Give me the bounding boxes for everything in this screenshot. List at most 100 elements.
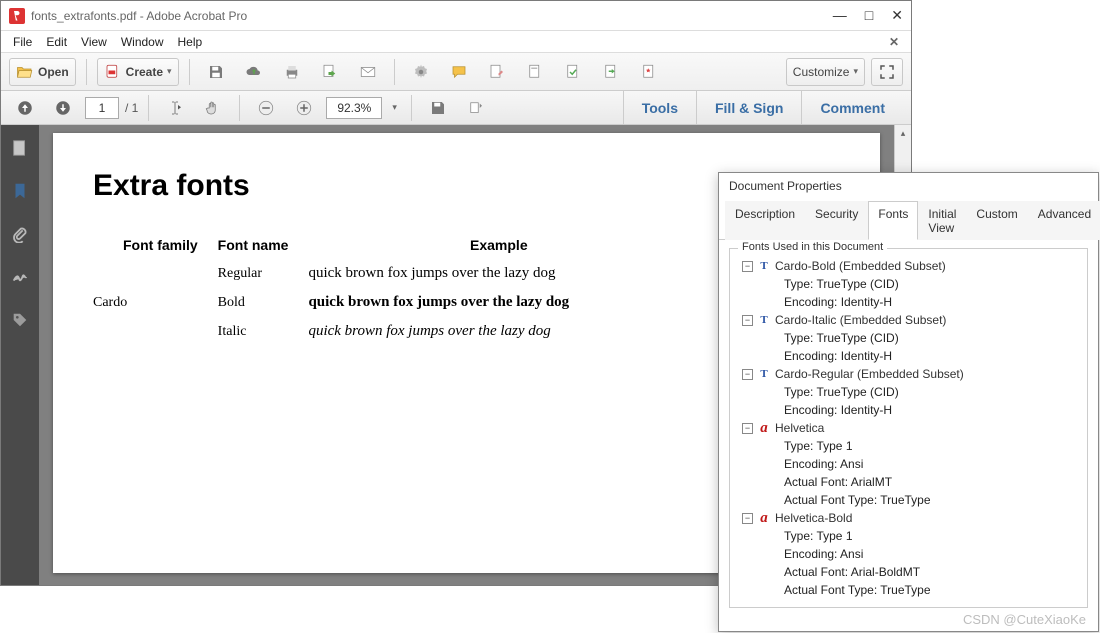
main-toolbar: Open Create ▾ Customize ▾ (1, 53, 911, 91)
minimize-button[interactable]: — (833, 7, 847, 24)
tab-security[interactable]: Security (805, 201, 868, 240)
signatures-panel-icon[interactable] (11, 268, 29, 289)
folder-open-icon (16, 63, 34, 81)
truetype-font-icon: T (757, 313, 771, 327)
tab-fill-sign[interactable]: Fill & Sign (696, 91, 801, 125)
text-cursor-icon (166, 99, 184, 117)
nav-sidebar (1, 125, 39, 585)
collapse-icon[interactable]: − (742, 513, 753, 524)
table-row: Italic quick brown fox jumps over the la… (93, 317, 589, 346)
font-node[interactable]: −TCardo-Bold (Embedded Subset) (734, 257, 1083, 275)
page-tool1-button[interactable] (519, 58, 551, 86)
share-button[interactable] (314, 58, 346, 86)
create-button[interactable]: Create ▾ (97, 58, 179, 86)
bookmarks-panel-icon[interactable] (11, 182, 29, 203)
font-table: Font family Font name Example Regular qu… (93, 231, 589, 346)
collapse-icon[interactable]: − (742, 315, 753, 326)
font-detail: Type: Type 1 (734, 437, 1083, 455)
col-name: Font name (218, 231, 309, 259)
menu-file[interactable]: File (13, 35, 32, 49)
cloud-upload-button[interactable] (238, 58, 270, 86)
open-button[interactable]: Open (9, 58, 76, 86)
edit-doc-button[interactable] (481, 58, 513, 86)
page-check-icon (564, 63, 582, 81)
tab-description[interactable]: Description (725, 201, 805, 240)
thumbnails-panel-icon[interactable] (11, 139, 29, 160)
font-detail: Encoding: Identity-H (734, 401, 1083, 419)
tab-fonts[interactable]: Fonts (868, 201, 918, 240)
minus-circle-icon (257, 99, 275, 117)
tab-tools[interactable]: Tools (623, 91, 696, 125)
font-detail: Actual Font Type: TrueType (734, 491, 1083, 509)
font-detail: Actual Font Type: TrueType (734, 581, 1083, 599)
page-number-input[interactable] (85, 97, 119, 119)
tab-custom[interactable]: Custom (966, 201, 1027, 240)
speech-bubble-icon (450, 63, 468, 81)
font-node[interactable]: −aHelvetica-Bold (734, 509, 1083, 527)
fullscreen-button[interactable] (871, 58, 903, 86)
font-node[interactable]: −T Cardo-Regular (Embedded Subset) (734, 365, 1083, 383)
hand-tool-button[interactable] (197, 94, 229, 122)
envelope-icon (359, 63, 377, 81)
gear-button[interactable] (405, 58, 437, 86)
font-name-label: Helvetica (775, 419, 824, 437)
next-page-button[interactable] (47, 94, 79, 122)
font-detail: Actual Font: Arial-BoldMT (734, 563, 1083, 581)
page-tool4-button[interactable] (633, 58, 665, 86)
tags-panel-icon[interactable] (11, 311, 29, 332)
attachments-panel-icon[interactable] (11, 225, 29, 246)
prev-page-button[interactable] (9, 94, 41, 122)
menu-window[interactable]: Window (121, 35, 164, 49)
font-node[interactable]: −aHelvetica (734, 419, 1083, 437)
print-icon (283, 63, 301, 81)
comment-button[interactable] (443, 58, 475, 86)
font-detail: Encoding: Identity-H (734, 293, 1083, 311)
scroll-up-icon[interactable]: ▴ (895, 125, 911, 142)
zoom-value[interactable]: 92.3% (326, 97, 382, 119)
tab-initial-view[interactable]: Initial View (918, 201, 966, 240)
menu-help[interactable]: Help (178, 35, 203, 49)
fonts-fieldset: Fonts Used in this Document −TCardo-Bold… (729, 248, 1088, 608)
arrow-down-icon (54, 99, 72, 117)
tab-comment[interactable]: Comment (801, 91, 903, 125)
truetype-font-icon: T (757, 367, 771, 381)
close-doc-button[interactable]: ✕ (889, 35, 899, 49)
font-name-label: Cardo-Regular (Embedded Subset) (775, 365, 964, 383)
collapse-icon[interactable]: − (742, 369, 753, 380)
font-detail: Type: TrueType (CID) (734, 329, 1083, 347)
menu-edit[interactable]: Edit (46, 35, 67, 49)
maximize-button[interactable]: □ (865, 7, 873, 24)
close-button[interactable]: ✕ (891, 7, 903, 24)
gear-icon (412, 63, 430, 81)
print-button[interactable] (276, 58, 308, 86)
save-button[interactable] (200, 58, 232, 86)
page-arrow-icon (602, 63, 620, 81)
page-tool3-button[interactable] (595, 58, 627, 86)
plus-circle-icon (295, 99, 313, 117)
font-name-label: Cardo-Bold (Embedded Subset) (775, 257, 946, 275)
rotate-button[interactable] (460, 94, 492, 122)
collapse-icon[interactable]: − (742, 261, 753, 272)
font-tree[interactable]: −TCardo-Bold (Embedded Subset)Type: True… (734, 257, 1083, 599)
save-doc-button[interactable] (422, 94, 454, 122)
select-text-button[interactable] (159, 94, 191, 122)
create-pdf-icon (104, 63, 122, 81)
menu-view[interactable]: View (81, 35, 107, 49)
font-node[interactable]: −TCardo-Italic (Embedded Subset) (734, 311, 1083, 329)
titlebar: fonts_extrafonts.pdf - Adobe Acrobat Pro… (1, 1, 911, 31)
col-example: Example (308, 231, 589, 259)
page-tool2-button[interactable] (557, 58, 589, 86)
font-detail: Encoding: Identity-H (734, 347, 1083, 365)
table-row: Cardo Bold quick brown fox jumps over th… (93, 288, 589, 317)
tab-advanced[interactable]: Advanced (1028, 201, 1100, 240)
floppy-icon (429, 99, 447, 117)
customize-button[interactable]: Customize ▾ (786, 58, 865, 86)
collapse-icon[interactable]: − (742, 423, 753, 434)
arrow-up-icon (16, 99, 34, 117)
share-icon (321, 63, 339, 81)
email-button[interactable] (352, 58, 384, 86)
chevron-down-icon[interactable]: ▾ (388, 102, 401, 113)
fieldset-legend: Fonts Used in this Document (738, 241, 887, 253)
zoom-in-button[interactable] (288, 94, 320, 122)
zoom-out-button[interactable] (250, 94, 282, 122)
